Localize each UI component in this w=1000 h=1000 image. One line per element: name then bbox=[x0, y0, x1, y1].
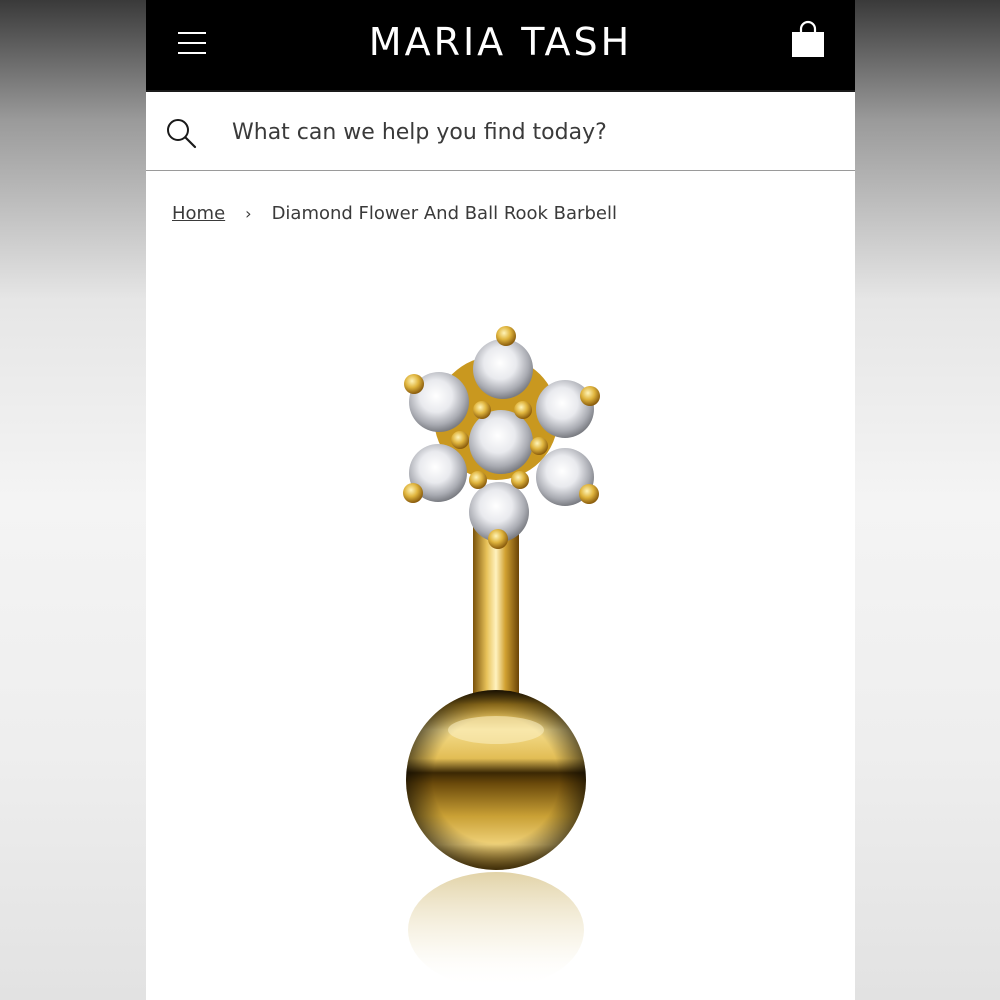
prong bbox=[580, 386, 600, 406]
page: MARIA TASH Home › Diamond Flower And Ball … bbox=[146, 0, 855, 1000]
gem-center bbox=[469, 410, 533, 474]
ball-reflection bbox=[408, 872, 584, 988]
breadcrumb-current: Diamond Flower And Ball Rook Barbell bbox=[271, 203, 617, 224]
search-bar bbox=[146, 90, 855, 171]
prong bbox=[469, 471, 487, 489]
prong bbox=[403, 483, 423, 503]
gem-top bbox=[473, 339, 533, 399]
flower-gems bbox=[409, 339, 594, 542]
brand-logo[interactable]: MARIA TASH bbox=[146, 20, 855, 64]
breadcrumb-home-link[interactable]: Home bbox=[172, 203, 225, 224]
prong bbox=[514, 401, 532, 419]
barbell-post bbox=[473, 525, 519, 695]
site-header: MARIA TASH bbox=[146, 0, 855, 90]
prong bbox=[473, 401, 491, 419]
search-input[interactable] bbox=[232, 112, 812, 152]
prong bbox=[579, 484, 599, 504]
prong bbox=[496, 326, 516, 346]
prong bbox=[451, 431, 469, 449]
breadcrumb: Home › Diamond Flower And Ball Rook Barbel… bbox=[172, 203, 617, 233]
prong bbox=[488, 529, 508, 549]
cart-button[interactable] bbox=[790, 20, 826, 60]
product-image[interactable] bbox=[146, 300, 855, 1000]
prong bbox=[511, 471, 529, 489]
prong bbox=[530, 437, 548, 455]
shopping-bag-icon bbox=[792, 20, 824, 57]
search-icon[interactable] bbox=[164, 116, 198, 150]
ball-highlight bbox=[448, 716, 544, 744]
prong bbox=[404, 374, 424, 394]
breadcrumb-separator: › bbox=[245, 204, 252, 223]
